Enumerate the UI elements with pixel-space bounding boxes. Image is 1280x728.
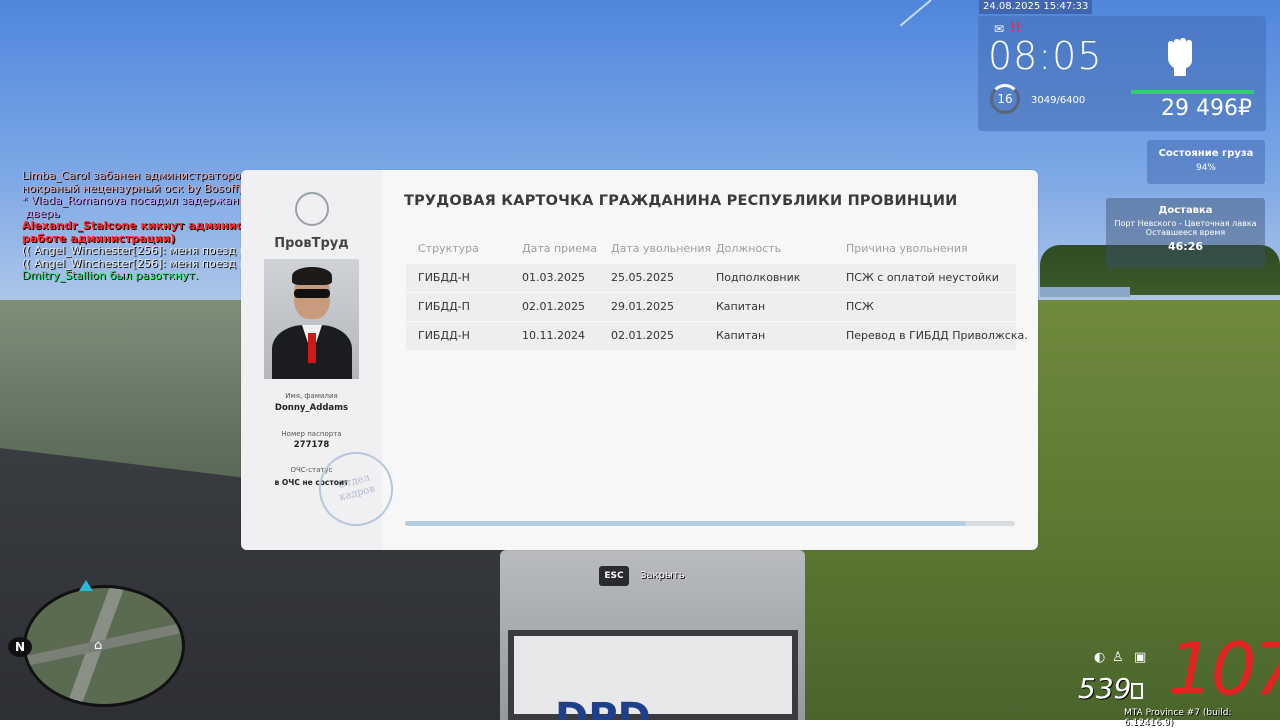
column-header: Дата увольнения [611,242,712,255]
table-cell: ГИБДД-Н [418,271,470,284]
column-header: Структура [418,242,479,255]
table-cell: ПСЖ [846,300,874,313]
headlight-icon: ◐ [1094,650,1106,665]
table-cell: 25.05.2025 [611,271,674,284]
cargo-value: 94% [1195,163,1216,173]
table-row: ГИБДД-Н 01.03.2025 25.05.2025 Подполковник П… [406,264,1016,292]
table-cell: 01.03.2025 [522,271,585,284]
close-hint[interactable]: ESC Закрыть [599,565,685,586]
employment-card-dialog: ПровТруд Имя, фамилия Donny_Addams Номер… [241,170,1038,550]
emblem-icon [295,192,329,226]
table-cell: 02.01.2025 [611,329,674,342]
table-cell: Капитан [716,300,766,313]
delivery-remaining-label: Оставшееся время [1145,228,1226,237]
table-cell: Подполковник [716,271,801,284]
delivery-route: Порт Невского - Цветочная лавка [1114,219,1257,228]
money: 29 496₽ [1161,96,1252,121]
hud-panel: ✉ !! 08:05 16 3049/6400 29 496₽ [978,16,1266,131]
cargo-title: Состояние груза [1158,148,1254,159]
build-info: MTA Province #7 (build: 6.12416.9) [1124,708,1232,728]
hr-stamp: Отдел кадров [310,443,402,535]
truck-logo: DPD [555,695,651,720]
table-cell: 10.11.2024 [522,329,585,342]
name-label: Имя, фамилия [285,392,338,400]
table-cell: ГИБДД-Н [418,329,470,342]
waypoint-arrow-icon [79,580,93,591]
passport-number: 277178 [293,440,330,450]
citizen-name: Donny_Addams [274,403,349,413]
water [1040,287,1130,297]
table-cell: Перевод в ГИБДД Приволжска. [846,329,1028,342]
minimap [23,585,185,707]
delivery-timer: 46:26 [1167,240,1203,253]
fuel-icon [1131,683,1143,699]
alert-icon: !! [1010,20,1021,34]
card-sidebar: ПровТруд Имя, фамилия Donny_Addams Номер… [241,170,402,550]
table-cell: ГИБДД-П [418,300,470,313]
experience: 3049/6400 [1031,95,1086,106]
card-title: ТРУДОВАЯ КАРТОЧКА ГРАЖДАНИНА РЕСПУБЛИКИ … [404,193,958,209]
table-header: Структура Дата приема Дата увольнения Должн… [406,242,1016,258]
scrollbar-thumb[interactable] [405,521,967,526]
avatar [264,259,359,379]
health-bar [1131,90,1254,94]
fist-icon [1168,38,1192,76]
column-header: Должность [716,242,782,255]
column-header: Причина увольнения [846,242,968,255]
table-cell: ПСЖ с оплатой неустойки [846,271,999,284]
table-cell: 02.01.2025 [522,300,585,313]
game-time: 08:05 [988,34,1103,78]
speedometer: 107 [1168,627,1280,711]
fuel-readout: 539 [1078,672,1132,705]
esc-key[interactable]: ESC [599,565,629,586]
scrollbar[interactable] [405,521,1015,526]
engine-icon: ▣ [1134,650,1147,665]
org-name: ПровТруд [274,236,349,251]
seatbelt-icon: ♙ [1112,650,1124,665]
column-header: Дата приема [522,242,598,255]
employment-table: Структура Дата приема Дата увольнения Должн… [406,242,1028,351]
delivery-panel: Доставка Порт Невского - Цветочная лавка… [1106,198,1265,268]
level-indicator: 16 [990,84,1020,114]
table-cell: 29.01.2025 [611,300,674,313]
passport-label: Номер паспорта [281,430,342,438]
delivery-title: Доставка [1158,205,1213,216]
close-label[interactable]: Закрыть [640,570,685,581]
cargo-status-panel: Состояние груза 94% [1147,140,1265,184]
timestamp: 24.08.2025 15:47:33 [979,0,1093,14]
table-row: ГИБДД-Н 10.11.2024 02.01.2025 Капитан Перево… [406,322,1028,350]
north-indicator: N [8,637,32,657]
table-row: ГИБДД-П 02.01.2025 29.01.2025 Капитан ПСЖ [406,293,1016,321]
table-cell: Капитан [716,329,766,342]
house-icon: ⌂ [94,638,103,653]
